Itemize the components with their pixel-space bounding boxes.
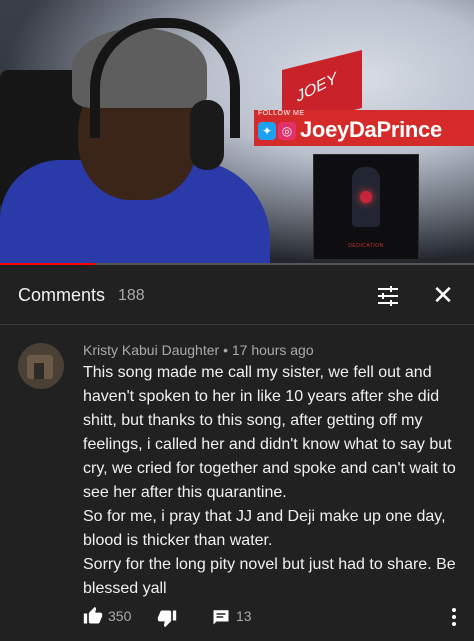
thumbs-down-icon[interactable]: [157, 608, 177, 628]
sort-filter-icon[interactable]: [376, 284, 400, 308]
comment-paragraph: Sorry for the long pity novel but just h…: [83, 556, 456, 597]
comment-meta: Kristy Kabui Daughter • 17 hours ago: [83, 342, 314, 358]
reply-count: 13: [236, 608, 252, 624]
comment-time: 17 hours ago: [231, 342, 314, 358]
meta-separator: •: [223, 342, 228, 358]
comment-body: This song made me call my sister, we fel…: [83, 361, 463, 601]
follow-label: FOLLOW ME: [258, 110, 305, 117]
album-title: DEDICATION: [348, 243, 384, 249]
instagram-icon: ◎: [278, 122, 296, 140]
wall-sign-text: JOEY: [294, 69, 340, 106]
comments-title: Comments: [18, 285, 106, 305]
twitter-icon: ✦: [258, 122, 276, 140]
comment-paragraph: So for me, i pray that JJ and Deji make …: [83, 508, 446, 549]
video-progress-bar[interactable]: [0, 263, 474, 265]
avatar[interactable]: [18, 343, 64, 389]
comments-count: 188: [118, 287, 145, 304]
more-options-icon[interactable]: [451, 607, 457, 627]
close-icon[interactable]: ✕: [430, 282, 456, 308]
channel-name: JoeyDaPrince: [300, 117, 442, 142]
reply-comment-icon[interactable]: [212, 608, 230, 626]
comment-author[interactable]: Kristy Kabui Daughter: [83, 342, 219, 358]
like-count: 350: [108, 608, 132, 624]
video-progress-fill: [0, 263, 95, 265]
video-person: [0, 10, 270, 265]
thumbs-up-icon[interactable]: [83, 606, 103, 626]
video-player[interactable]: JOEY ✦ ◎ JoeyDaPrince FOLLOW ME DEDICATI…: [0, 0, 474, 265]
comment-paragraph: This song made me call my sister, we fel…: [83, 364, 456, 501]
comments-header: Comments 188 ✕: [0, 266, 474, 325]
comment-actions: 350 13: [83, 606, 463, 628]
album-cover: DEDICATION: [313, 154, 419, 260]
